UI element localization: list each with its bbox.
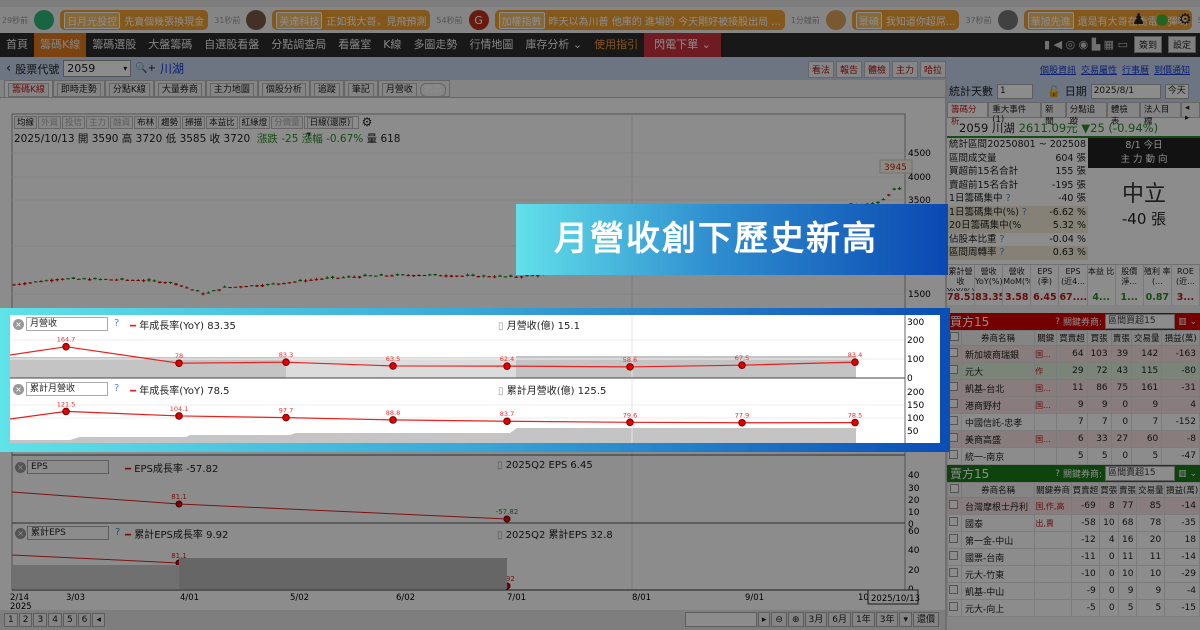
- cum-revenue-axis-label: 200: [907, 388, 924, 398]
- yoy-point[interactable]: [503, 362, 511, 370]
- cum-revenue-axis-label: 100: [907, 414, 924, 424]
- revenue-axis-label: 300: [907, 318, 924, 328]
- yoy-label: 62.4: [500, 355, 514, 363]
- yoy-point[interactable]: [851, 358, 859, 366]
- yoy-point[interactable]: [62, 407, 70, 416]
- yoy-point[interactable]: [62, 342, 70, 351]
- yoy-label: 97.7: [279, 407, 293, 415]
- yoy-point[interactable]: [175, 359, 183, 367]
- revenue-charts[interactable]: 164.7 78 83.3 63.5 62.4 58.6 67.5 83.4 121.5 104.…: [10, 315, 940, 443]
- help-icon[interactable]: ?: [114, 383, 119, 394]
- revenue-axis-label: 0: [907, 374, 913, 384]
- yoy-label: 67.5: [735, 354, 749, 362]
- app-window: 29秒前 日月光投控 先賣個幾張換現金 31秒前 美達科技 正如我大哥，見飛預測 54秒前…: [0, 0, 1200, 630]
- cum-revenue-amount-legend: 累計月營收(億) 125.5: [506, 386, 607, 397]
- highlight-frame: 164.7 78 83.3 63.5 62.4 58.6 67.5 83.4 121.5 104.…: [0, 308, 950, 452]
- cum-revenue-bar-legend: ▯ 累計月營收(億) 125.5: [498, 386, 607, 397]
- revenue-axis-label: 100: [907, 355, 924, 365]
- revenue-yoy-legend: 年成長率(YoY) 83.35: [139, 321, 236, 332]
- yoy-label: 83.4: [848, 351, 862, 359]
- yoy-label: 104.1: [170, 405, 189, 413]
- yoy-point[interactable]: [738, 418, 746, 427]
- yoy-label: 83.3: [279, 351, 293, 359]
- revenue-select[interactable]: 月營收: [26, 317, 108, 331]
- headline-banner: 月營收創下歷史新高: [516, 204, 948, 275]
- revenue-bar: [10, 357, 286, 378]
- cum-revenue-yoy-legend: 年成長率(YoY) 78.5: [139, 386, 230, 397]
- cum-revenue-line-legend: ━ 年成長率(YoY) 78.5: [130, 386, 230, 397]
- yoy-label: 63.5: [386, 355, 400, 363]
- yoy-point[interactable]: [282, 358, 290, 366]
- yoy-point[interactable]: [282, 413, 290, 422]
- cum-revenue-area: [10, 428, 856, 443]
- yoy-label: 83.7: [500, 410, 514, 418]
- yoy-line: [10, 410, 856, 424]
- yoy-point[interactable]: [389, 362, 397, 370]
- yoy-label: 164.7: [57, 336, 76, 344]
- yoy-label: 79.6: [623, 411, 637, 419]
- close-panel-icon[interactable]: ×: [13, 384, 24, 395]
- help-icon[interactable]: ?: [114, 318, 119, 329]
- yoy-point[interactable]: [175, 412, 183, 420]
- revenue-axis-label: 200: [907, 336, 924, 346]
- yoy-point[interactable]: [503, 417, 511, 426]
- revenue-bar-legend: ▯ 月營收(億) 15.1: [498, 321, 580, 332]
- yoy-point[interactable]: [626, 363, 634, 371]
- yoy-label: 77.9: [735, 412, 749, 420]
- yoy-point[interactable]: [626, 418, 634, 427]
- close-panel-icon[interactable]: ×: [13, 319, 24, 330]
- yoy-label: 78.5: [848, 412, 862, 420]
- revenue-line-legend: ━ 年成長率(YoY) 83.35: [130, 321, 236, 332]
- yoy-label: 78: [175, 352, 183, 360]
- revenue-bar: [286, 357, 516, 378]
- yoy-point[interactable]: [389, 416, 397, 424]
- yoy-label: 58.6: [623, 356, 637, 364]
- revenue-amount-legend: 月營收(億) 15.1: [506, 321, 580, 332]
- cum-revenue-axis-label: 150: [907, 401, 924, 411]
- cum-revenue-axis-label: 50: [907, 427, 919, 437]
- yoy-point[interactable]: [738, 361, 746, 369]
- yoy-label: 121.5: [57, 400, 76, 408]
- cum-revenue-select[interactable]: 累計月營收: [26, 382, 108, 396]
- yoy-point[interactable]: [851, 418, 859, 427]
- yoy-label: 88.8: [386, 409, 400, 417]
